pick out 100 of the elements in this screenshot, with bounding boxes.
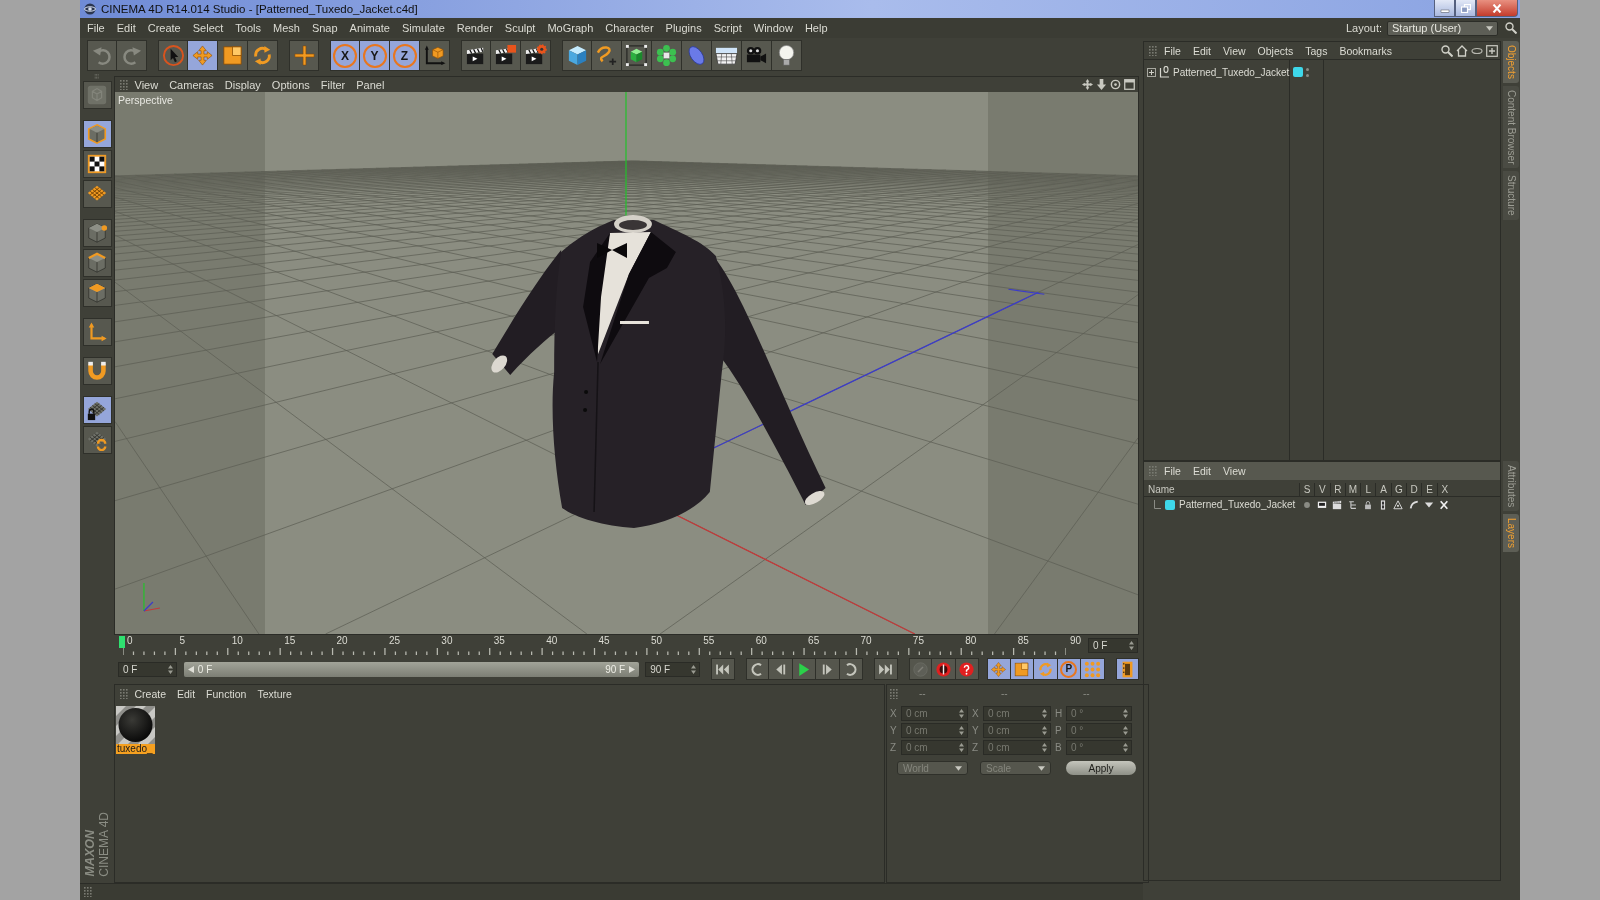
menu-item[interactable]: Script [707,22,748,34]
triangle-icon[interactable] [1393,499,1404,510]
texture-button[interactable] [82,150,112,178]
menu-item[interactable]: File [1158,465,1187,477]
go-end-button[interactable] [874,658,898,680]
polygons-button[interactable] [82,279,112,307]
play-button[interactable] [792,658,816,680]
menu-item[interactable]: Select [186,22,230,34]
timeline-ruler[interactable]: 0 5 10 15 20 25 30 35 40 45 50 55 60 65 70 75 80 85 90 [114,635,1088,657]
viewport-canvas[interactable]: Perspective [115,92,1138,634]
subdivision-button[interactable] [622,40,652,71]
render-picture-button[interactable] [491,40,521,71]
floor-button[interactable] [712,40,742,71]
cross-icon[interactable] [1439,499,1450,510]
left-triangle-icon[interactable] [187,665,194,673]
spinner-arrows-icon[interactable] [691,664,696,674]
material-name[interactable]: tuxedo_ [116,744,155,754]
workplane-button[interactable] [82,180,112,208]
menu-item[interactable]: Window [747,22,799,34]
menu-item[interactable]: Snap [305,22,344,34]
menu-item[interactable]: Plugins [659,22,708,34]
start-frame-field[interactable]: 0 F [118,661,177,677]
new-window-icon[interactable] [1486,44,1498,57]
material-sphere-icon[interactable] [116,706,155,744]
visibility-dots-icon[interactable] [1306,67,1309,77]
prev-key-button[interactable] [745,658,769,680]
end-frame-field[interactable]: 90 F [645,661,700,677]
down-arrow-icon[interactable] [1096,79,1107,90]
menu-item[interactable]: Edit [171,687,201,700]
menu-item[interactable]: Animate [343,22,396,34]
axis-mode-button[interactable] [82,318,112,346]
layer-name[interactable]: Patterned_Tuxedo_Jacket [1179,499,1296,510]
menu-item[interactable]: Character [599,22,660,34]
layout-dropdown[interactable]: Startup (User) [1387,20,1498,36]
menu-item[interactable]: Tags [1299,44,1334,57]
key-param-button[interactable]: P [1057,658,1081,680]
menu-item[interactable]: Edit [1186,465,1217,477]
spinner-arrows-icon[interactable] [167,664,173,674]
maximize-icon[interactable] [1124,79,1135,90]
key-scale-button[interactable] [1010,658,1034,680]
next-key-button[interactable] [839,658,863,680]
menu-item[interactable]: Tools [229,22,267,34]
deformer-button[interactable] [682,40,712,71]
snap-button[interactable] [82,426,112,454]
light-button[interactable] [772,40,802,71]
cloner-button[interactable] [652,40,682,71]
edges-button[interactable] [82,249,112,277]
cube-button[interactable] [562,40,592,71]
clapperboard-icon[interactable] [1332,499,1343,510]
hierarchy-icon[interactable] [1347,499,1358,510]
menu-item[interactable]: Help [798,22,834,34]
menu-item[interactable]: View [1217,44,1252,57]
menu-item[interactable]: Texture [251,687,298,700]
home-icon[interactable] [1456,44,1468,57]
plus-button[interactable] [289,40,319,71]
menu-item[interactable]: Sculpt [498,22,542,34]
axis-button[interactable]: X [330,40,360,71]
menu-item[interactable]: Function [200,687,252,700]
dot-icon[interactable] [1301,499,1312,510]
menu-item[interactable]: Create [141,22,187,34]
menu-item[interactable]: Cameras [163,78,220,91]
menu-item[interactable]: Objects [1251,44,1300,57]
maximize-button[interactable] [1455,0,1476,17]
grip-icon[interactable] [1149,466,1158,476]
menu-item[interactable]: Edit [1186,44,1217,57]
coordinate-system-button[interactable] [420,40,450,71]
menu-item[interactable]: Create [129,687,172,700]
spinner-arrows-icon[interactable] [1129,641,1134,650]
menu-item[interactable]: Filter [315,78,351,91]
lock-icon[interactable] [1362,499,1373,510]
spline-pen-button[interactable] [592,40,622,71]
menu-item[interactable]: View [1217,465,1252,477]
grip-icon[interactable] [1149,45,1158,56]
menu-item[interactable]: Simulate [395,22,451,34]
live-selection-button[interactable] [158,40,188,71]
axis-button[interactable]: Z [390,40,420,71]
menu-item[interactable]: Bookmarks [1333,44,1398,57]
search-icon[interactable] [1441,44,1453,57]
key-pla-button[interactable] [1081,658,1105,680]
orbit-icon[interactable] [1110,79,1121,90]
key-move-button[interactable] [987,658,1011,680]
pan-arrows-icon[interactable] [1082,79,1093,90]
timeline-button[interactable] [1115,658,1139,680]
record-button[interactable] [932,658,956,680]
axis-button[interactable]: Y [360,40,390,71]
menu-item[interactable]: Options [266,78,316,91]
prev-frame-button[interactable] [769,658,793,680]
render-view-button[interactable] [461,40,491,71]
move-button[interactable] [188,40,218,71]
menu-item[interactable]: View [129,78,164,91]
menu-item[interactable]: File [81,22,111,34]
grip-icon[interactable] [120,79,129,90]
layer-swatch-icon[interactable] [1165,499,1175,510]
layer-swatch-icon[interactable] [1293,67,1303,77]
menu-item[interactable]: File [1158,44,1187,57]
scale-button[interactable] [218,40,248,71]
tweak-button[interactable] [82,357,112,385]
key-rotate-button[interactable] [1034,658,1058,680]
menu-item[interactable]: Display [219,78,267,91]
object-name[interactable]: Patterned_Tuxedo_Jacket [1173,66,1290,78]
